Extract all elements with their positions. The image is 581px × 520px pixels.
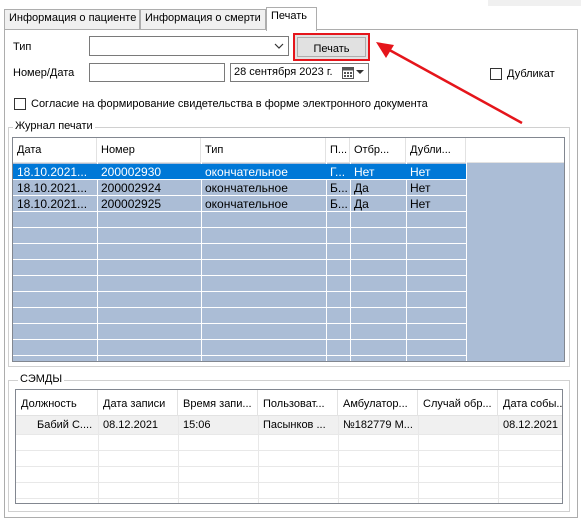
journal-cell[interactable]: Г... <box>326 164 350 179</box>
semd-cell: 08.12.2021 <box>103 419 159 431</box>
grid-line <box>98 416 99 503</box>
journal-cell[interactable]: Б... <box>326 180 350 195</box>
chevron-down-icon <box>274 43 284 49</box>
semd-cell: Пасынков ... <box>263 419 326 431</box>
grid-line <box>418 416 419 503</box>
journal-cell[interactable]: 18.10.2021... <box>13 180 97 195</box>
journal-title: Журнал печати <box>13 120 95 132</box>
journal-col-p[interactable]: П... <box>326 138 350 162</box>
journal-col-rejected[interactable]: Отбр... <box>350 138 406 162</box>
print-button-label: Печать <box>297 37 366 57</box>
grid-line <box>498 416 499 503</box>
type-select[interactable] <box>89 36 289 56</box>
semd-cell: Бабий С.... <box>37 419 93 431</box>
journal-col-duplicate[interactable]: Дубли... <box>406 138 466 162</box>
semd-col-ambulatory[interactable]: Амбулатор... <box>338 390 418 416</box>
top-bar <box>488 0 581 6</box>
date-dropdown-icon[interactable] <box>356 70 364 75</box>
grid-line <box>13 227 466 228</box>
red-arrow-annotation <box>376 42 523 125</box>
grid-line <box>13 307 466 308</box>
grid-line <box>13 259 466 260</box>
journal-col-date[interactable]: Дата <box>13 138 97 162</box>
semd-col-event-date[interactable]: Дата собы... <box>498 390 562 416</box>
journal-cell[interactable]: 18.10.2021... <box>13 196 97 211</box>
semd-cell: 15:06 <box>183 419 211 431</box>
print-button[interactable]: Печать <box>293 33 370 61</box>
type-label: Тип <box>13 41 32 53</box>
tab-death-info[interactable]: Информация о смерти <box>140 9 266 29</box>
calendar-icon[interactable] <box>342 67 354 79</box>
consent-label: Согласие на формирование свидетельства в… <box>31 98 428 110</box>
grid-line <box>13 355 466 356</box>
number-input[interactable] <box>89 63 225 82</box>
journal-cell[interactable]: Да <box>350 196 406 211</box>
semd-col-user[interactable]: Пользоват... <box>258 390 338 416</box>
journal-grid[interactable]: Дата Номер Тип П... Отбр... Дубли... 18.… <box>12 137 565 362</box>
semd-cell <box>418 416 498 434</box>
date-picker[interactable]: 28 сентября 2023 г. <box>230 63 369 82</box>
duplicate-label: Дубликат <box>507 68 555 80</box>
journal-cell[interactable]: Да <box>350 180 406 195</box>
semd-col-record-time[interactable]: Время запи... <box>178 390 258 416</box>
journal-header: Дата Номер Тип П... Отбр... Дубли... <box>13 138 564 163</box>
date-value: 28 сентября 2023 г. <box>234 66 333 78</box>
journal-col-type[interactable]: Тип <box>201 138 326 162</box>
journal-cell[interactable]: Нет <box>406 164 466 179</box>
semd-grid[interactable]: Должность Дата записи Время запи... Поль… <box>15 389 563 504</box>
semd-cell: 08.12.2021 <box>503 419 559 431</box>
grid-line <box>13 211 466 212</box>
semd-col-position[interactable]: Должность <box>16 390 98 416</box>
consent-checkbox[interactable] <box>14 98 26 110</box>
grid-line <box>338 416 339 503</box>
journal-cell[interactable]: Нет <box>406 180 466 195</box>
semd-col-case[interactable]: Случай обр... <box>418 390 498 416</box>
duplicate-checkbox[interactable] <box>490 68 502 80</box>
journal-cell[interactable]: 200002924 <box>97 180 201 195</box>
grid-line <box>258 416 259 503</box>
journal-cell[interactable]: Нет <box>350 164 406 179</box>
grid-line <box>466 162 467 361</box>
semd-header: Должность Дата записи Время запи... Поль… <box>16 390 562 416</box>
journal-cell[interactable]: Б... <box>326 196 350 211</box>
journal-cell[interactable]: Нет <box>406 196 466 211</box>
grid-line <box>13 323 466 324</box>
grid-line <box>178 416 179 503</box>
semd-title: СЭМДЫ <box>18 373 65 385</box>
journal-col-number[interactable]: Номер <box>97 138 201 162</box>
tab-patient-info[interactable]: Информация о пациенте <box>4 9 140 29</box>
journal-cell[interactable]: 200002930 <box>97 164 201 179</box>
tab-print[interactable]: Печать <box>266 7 317 31</box>
grid-line <box>13 339 466 340</box>
journal-cell[interactable]: окончательное <box>201 196 326 211</box>
journal-cell[interactable]: окончательное <box>201 164 326 179</box>
semd-col-record-date[interactable]: Дата записи <box>98 390 178 416</box>
grid-line <box>13 275 466 276</box>
grid-line <box>13 291 466 292</box>
grid-line <box>13 243 466 244</box>
journal-cell[interactable]: окончательное <box>201 180 326 195</box>
number-date-label: Номер/Дата <box>13 67 75 79</box>
semd-cell: №182779 М... <box>343 419 413 431</box>
journal-cell[interactable]: 200002925 <box>97 196 201 211</box>
journal-cell[interactable]: 18.10.2021... <box>13 164 97 179</box>
